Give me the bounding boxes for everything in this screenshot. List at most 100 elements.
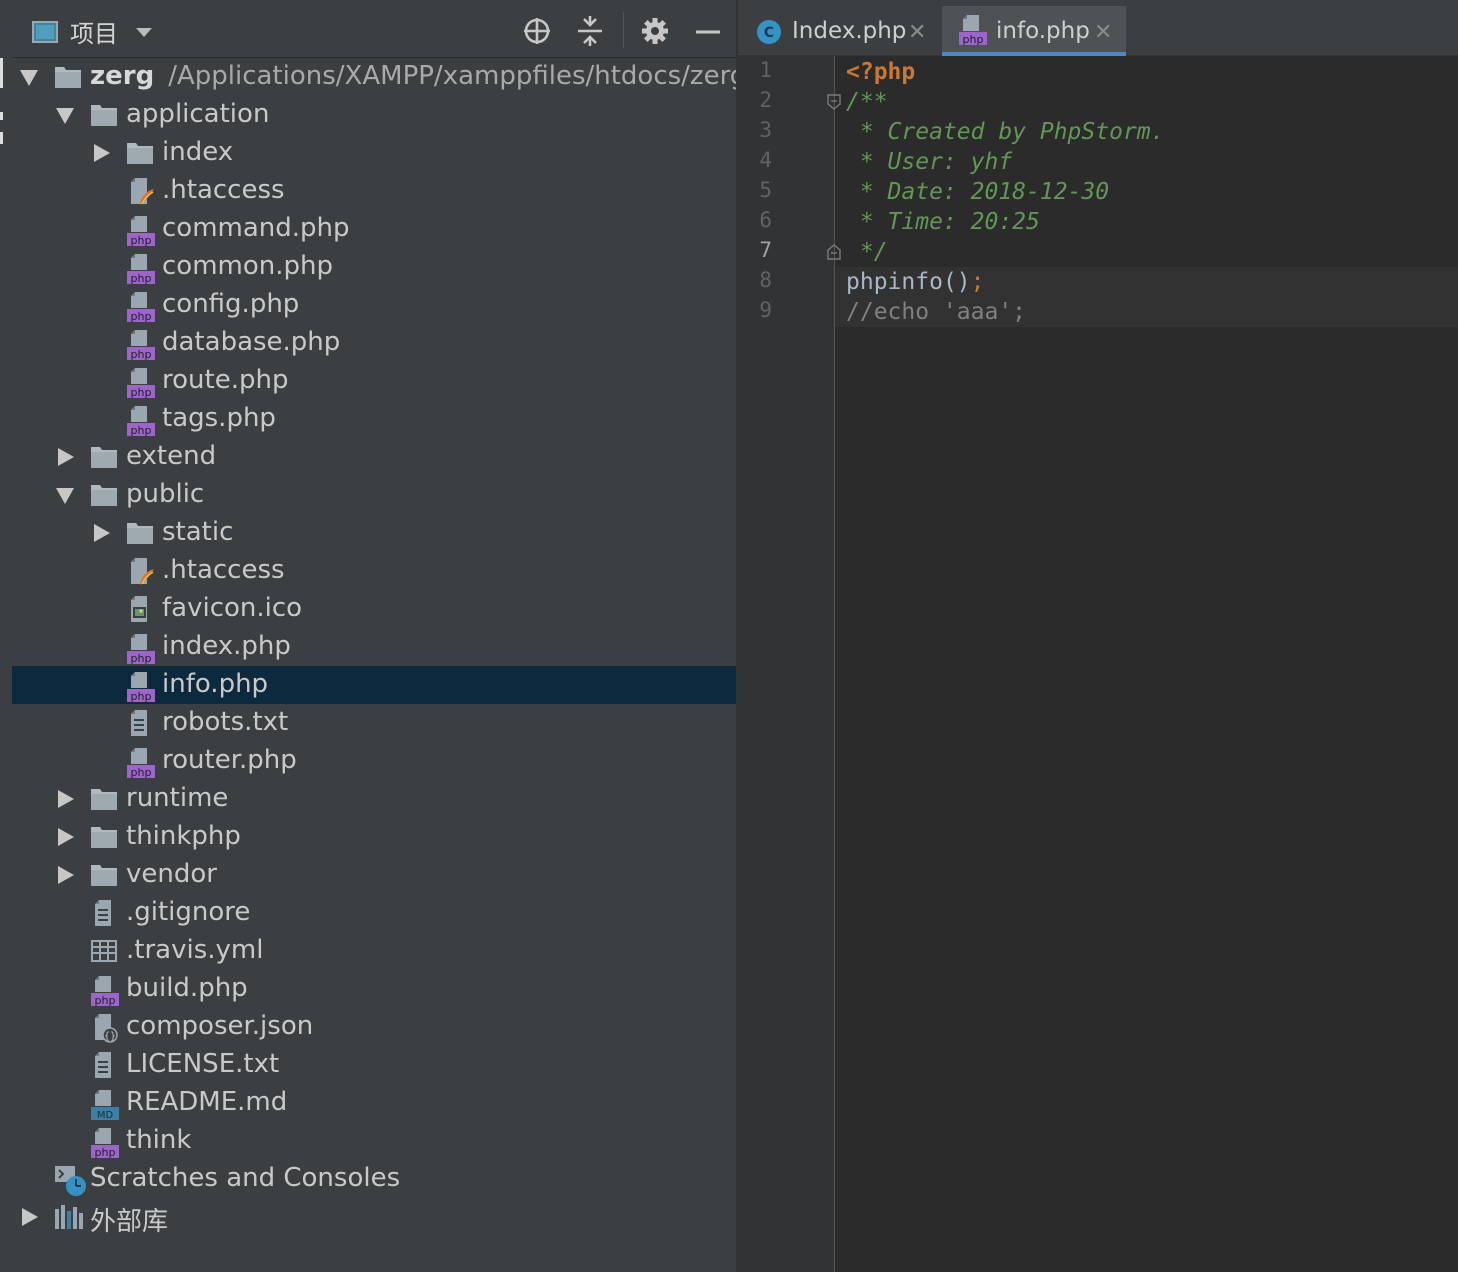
- svg-text:C: C: [764, 25, 774, 41]
- tree-folder-item[interactable]: thinkphp: [12, 818, 736, 856]
- tree-file-item[interactable]: LICENSE.txt: [12, 1046, 736, 1084]
- code-line: phpinfo();: [846, 267, 985, 297]
- project-view-icon: [32, 21, 58, 43]
- tree-folder-item[interactable]: public: [12, 476, 736, 514]
- tree-folder-item[interactable]: extend: [12, 438, 736, 476]
- tree-folder-item[interactable]: runtime: [12, 780, 736, 818]
- tree-file-item[interactable]: MD README.md: [12, 1084, 736, 1122]
- close-icon[interactable]: ✕: [1094, 20, 1112, 45]
- tree-file-item[interactable]: Scratches and Consoles: [12, 1160, 736, 1198]
- tab-index-php[interactable]: C Index.php ✕: [738, 6, 940, 56]
- code-token: */: [846, 239, 888, 265]
- class-icon: C: [757, 20, 781, 44]
- code-line: * Date: 2018-12-30: [846, 177, 1109, 207]
- tree-file-item[interactable]: php build.php: [12, 970, 736, 1008]
- chevron-right-icon[interactable]: [58, 866, 74, 884]
- chevron-down-icon[interactable]: [136, 28, 152, 37]
- locate-file-button[interactable]: [520, 14, 554, 48]
- fold-open-icon[interactable]: [827, 94, 841, 110]
- tree-folder-item[interactable]: index: [12, 134, 736, 172]
- tree-file-item[interactable]: php route.php: [12, 362, 736, 400]
- project-panel-header: 项目: [12, 0, 736, 58]
- tree-folder-item[interactable]: application: [12, 96, 736, 134]
- project-tool-window: 项目 zerg /Applications/XAMPP/xamppfiles/h…: [12, 0, 746, 1272]
- tree-item-label: Scratches and Consoles: [90, 1163, 400, 1193]
- tree-item-name: LICENSE.txt: [126, 1049, 280, 1079]
- fold-close-icon[interactable]: [827, 244, 841, 260]
- tree-item-label: extend: [126, 441, 216, 471]
- folder-icon: [126, 139, 154, 167]
- tree-item-name: .htaccess: [162, 175, 285, 205]
- tree-file-item[interactable]: .gitignore: [12, 894, 736, 932]
- tree-folder-item[interactable]: vendor: [12, 856, 736, 894]
- tree-item-name: 外部库: [90, 1207, 169, 1237]
- svg-text:MD: MD: [97, 1110, 114, 1121]
- tree-file-item[interactable]: php index.php: [12, 628, 736, 666]
- tree-file-item[interactable]: {} composer.json: [12, 1008, 736, 1046]
- close-icon[interactable]: ✕: [908, 20, 926, 45]
- tree-file-item[interactable]: php think: [12, 1122, 736, 1160]
- tool-strip-marker: [0, 132, 3, 144]
- tree-item-name: index.php: [162, 631, 291, 661]
- php-file-icon: php: [126, 329, 155, 361]
- line-number-gutter[interactable]: 1 2 3 4 5 6 7 8 9: [738, 56, 841, 1272]
- svg-text:php: php: [131, 424, 152, 437]
- tree-file-item[interactable]: .travis.yml: [12, 932, 736, 970]
- tab-info-php[interactable]: php info.php ✕: [942, 6, 1126, 56]
- chevron-right-icon[interactable]: [94, 144, 110, 162]
- chevron-down-icon[interactable]: [56, 108, 74, 124]
- tree-file-item[interactable]: php common.php: [12, 248, 736, 286]
- php-file-icon: php: [90, 975, 119, 1007]
- tree-item-label: .htaccess: [162, 175, 285, 205]
- tree-item-label: command.php: [162, 213, 350, 243]
- tree-folder-item[interactable]: zerg/Applications/XAMPP/xamppfiles/htdoc…: [12, 58, 746, 96]
- tree-file-item[interactable]: php info.php: [12, 666, 736, 704]
- tree-item-name: database.php: [162, 327, 341, 357]
- code-line: * User: yhf: [846, 147, 1012, 177]
- crosshair-icon: [524, 18, 550, 44]
- tree-file-item[interactable]: favicon.ico: [12, 590, 736, 628]
- tree-file-item[interactable]: php config.php: [12, 286, 736, 324]
- hide-panel-button[interactable]: [691, 14, 725, 48]
- tree-file-item[interactable]: robots.txt: [12, 704, 736, 742]
- code-token: ;: [970, 269, 985, 295]
- chevron-down-icon[interactable]: [20, 70, 38, 86]
- php-file-icon: php: [90, 1127, 119, 1159]
- tree-item-name: .htaccess: [162, 555, 285, 585]
- svg-text:php: php: [131, 234, 152, 247]
- collapse-all-button[interactable]: [573, 14, 607, 48]
- tree-item-label: .travis.yml: [126, 935, 263, 965]
- chevron-right-icon[interactable]: [58, 790, 74, 808]
- tree-item-name: zerg: [90, 61, 155, 91]
- code-token: <?php: [846, 59, 916, 85]
- svg-text:php: php: [131, 652, 152, 665]
- tree-file-item[interactable]: php database.php: [12, 324, 736, 362]
- line-number: 9: [759, 298, 772, 322]
- tree-item-name: tags.php: [162, 403, 276, 433]
- tree-item-label: 外部库: [90, 1201, 168, 1238]
- tree-file-item[interactable]: php command.php: [12, 210, 736, 248]
- chevron-right-icon[interactable]: [22, 1208, 38, 1226]
- folder-icon: [90, 861, 118, 889]
- tree-file-item[interactable]: 外部库: [12, 1198, 736, 1238]
- tree-item-name: favicon.ico: [162, 593, 303, 623]
- chevron-right-icon[interactable]: [58, 448, 74, 466]
- code-line: /**: [846, 87, 888, 117]
- tree-file-item[interactable]: .htaccess: [12, 552, 736, 590]
- tree-item-name: extend: [126, 441, 217, 471]
- tree-folder-item[interactable]: static: [12, 514, 736, 552]
- chevron-down-icon[interactable]: [56, 488, 74, 504]
- project-panel-title[interactable]: 项目: [70, 14, 118, 49]
- tree-file-item[interactable]: php tags.php: [12, 400, 736, 438]
- code-token: * Created by PhpStorm.: [846, 119, 1165, 145]
- chevron-right-icon[interactable]: [94, 524, 110, 542]
- code-token: phpinfo: [846, 269, 943, 295]
- tree-item-name: route.php: [162, 365, 289, 395]
- image-file-icon: [126, 595, 154, 623]
- line-number: 2: [759, 88, 772, 112]
- chevron-right-icon[interactable]: [58, 828, 74, 846]
- settings-button[interactable]: [638, 14, 672, 48]
- tree-file-item[interactable]: php router.php: [12, 742, 736, 780]
- tree-file-item[interactable]: .htaccess: [12, 172, 736, 210]
- gear-icon: [642, 18, 668, 44]
